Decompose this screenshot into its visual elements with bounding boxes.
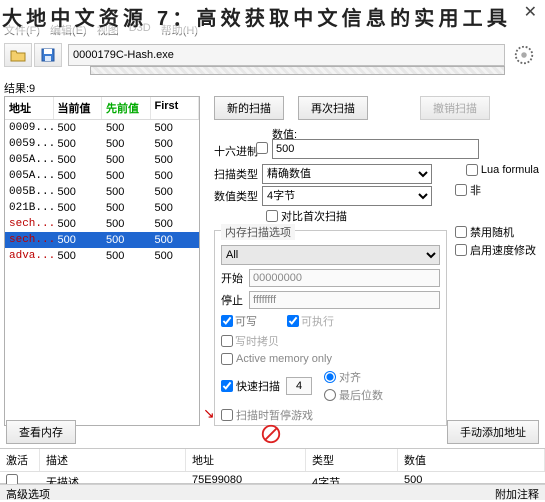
table-row[interactable]: 021B...500500500 [5,200,199,216]
results-header: 地址 当前值 先前值 First [5,97,199,120]
page-title: 大地中文资源 7：高效获取中文信息的实用工具 [0,0,545,33]
lua-formula-checkbox[interactable]: Lua formula [466,164,539,176]
col-previous[interactable]: 先前值 [102,97,151,119]
col-desc[interactable]: 描述 [40,449,186,471]
results-body[interactable]: 0009...5005005000059...500500500005A...5… [5,120,199,426]
value-type-label: 数值类型 [214,188,258,204]
scan-type-select[interactable]: 精确数值 [262,164,432,184]
table-row[interactable]: sech...500500500 [5,232,199,248]
status-bar: 高级选项 附加注释 [0,484,545,500]
table-row[interactable]: 005A...500500500 [5,152,199,168]
process-name-field[interactable]: 0000179C-Hash.exe [68,44,505,66]
enable-speedhack-checkbox[interactable]: 启用速度修改 [455,242,536,258]
last-digits-radio[interactable]: 最后位数 [324,387,383,403]
mem-region-select[interactable]: All [221,245,440,265]
col-active[interactable]: 激活 [0,449,40,471]
table-row[interactable]: 005A...500500500 [5,168,199,184]
forbid-icon[interactable] [260,423,282,448]
table-row[interactable]: adva...500500500 [5,248,199,264]
undo-scan-button: 撤销扫描 [420,96,490,120]
progress-bar [90,66,505,75]
col-first[interactable]: First [151,97,200,119]
align-radio[interactable]: 对齐 [324,369,383,385]
stop-label: 停止 [221,292,243,308]
new-scan-button[interactable]: 新的扫描 [214,96,284,120]
table-row[interactable]: 0009...500500500 [5,120,199,136]
address-table-header: 激活 描述 地址 类型 数值 [0,449,545,472]
compare-first-checkbox[interactable]: 对比首次扫描 [266,208,347,224]
pause-on-scan-checkbox[interactable]: 扫描时暂停游戏 [221,407,313,423]
col-current[interactable]: 当前值 [54,97,103,119]
results-count: 结果:9 [4,80,35,96]
executable-checkbox[interactable]: 可执行 [287,313,334,329]
col-addr[interactable]: 地址 [186,449,306,471]
memory-scan-options: 内存扫描选项 All 开始 停止 可写 可执行 写时拷贝 Active memo… [214,230,447,426]
table-row[interactable]: 005B...500500500 [5,184,199,200]
col-type[interactable]: 类型 [306,449,398,471]
disable-random-checkbox[interactable]: 禁用随机 [455,224,514,240]
stop-address-input[interactable] [249,291,440,309]
advanced-options-link[interactable]: 高级选项 [6,486,50,499]
writable-checkbox[interactable]: 可写 [221,313,257,329]
process-name-text: 0000179C-Hash.exe [73,49,174,61]
table-row[interactable]: 0059...500500500 [5,136,199,152]
copy-on-write-checkbox[interactable]: 写时拷贝 [221,333,279,349]
col-address[interactable]: 地址 [5,97,54,119]
results-table[interactable]: 地址 当前值 先前值 First 0009...5005005000059...… [4,96,200,426]
add-address-button[interactable]: 手动添加地址 [447,420,539,444]
copy-arrow-icon[interactable]: ↘ [203,405,215,422]
value-type-select[interactable]: 4字节 [262,186,432,206]
start-label: 开始 [221,270,243,286]
start-address-input[interactable] [249,269,440,287]
view-memory-button[interactable]: 查看内存 [6,420,76,444]
fast-scan-checkbox[interactable]: 快速扫描 [221,378,280,394]
table-row[interactable]: sech...500500500 [5,216,199,232]
rescan-button[interactable]: 再次扫描 [298,96,368,120]
address-table[interactable]: 激活 描述 地址 类型 数值 无描述 75E99080 4字节 500 [0,448,545,484]
col-val[interactable]: 数值 [398,449,545,471]
save-button[interactable] [34,43,62,67]
not-checkbox[interactable]: 非 [455,182,481,198]
fast-scan-step[interactable] [286,377,312,395]
active-memory-checkbox[interactable]: Active memory only [221,353,332,365]
hex-checkbox[interactable] [256,142,268,154]
settings-button[interactable] [511,42,537,68]
close-icon[interactable]: ✕ [524,2,537,22]
open-file-button[interactable] [4,43,32,67]
mem-options-title: 内存扫描选项 [221,224,295,240]
scan-value-input[interactable] [272,139,479,159]
scan-type-label: 扫描类型 [214,166,258,182]
hex-label: 十六进制 [214,143,258,159]
attach-comment-link[interactable]: 附加注释 [495,486,539,499]
